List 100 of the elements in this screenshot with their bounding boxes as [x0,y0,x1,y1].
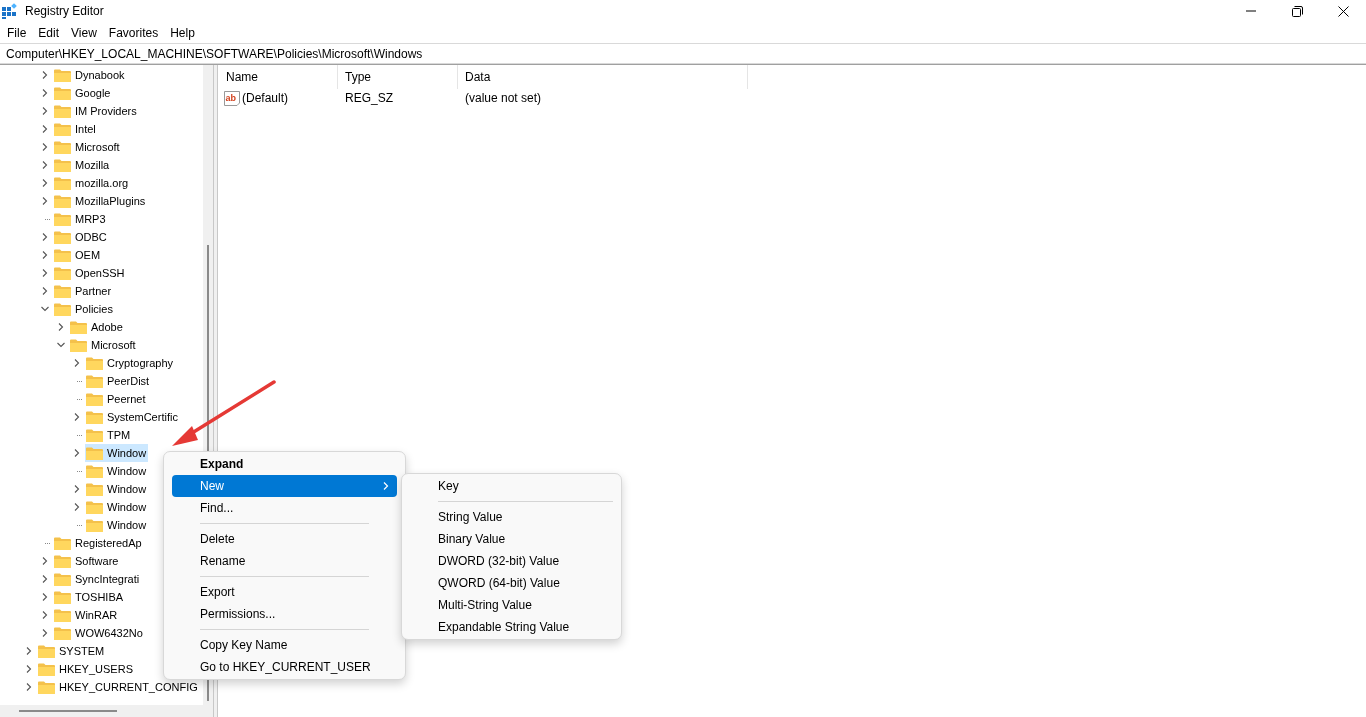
tree-item[interactable]: Window [85,498,149,516]
tree-item[interactable]: mozilla.org [53,174,131,192]
tree-item[interactable]: MRP3 [53,210,108,228]
tree-item[interactable]: Cryptography [85,354,176,372]
chevron-right-icon[interactable] [41,161,49,169]
chevron-right-icon[interactable] [41,287,49,295]
chevron-right-icon[interactable] [25,647,33,655]
chevron-right-icon[interactable] [73,449,81,457]
chevron-right-icon[interactable] [41,233,49,241]
chevron-right-icon[interactable] [25,683,33,691]
menu-item[interactable]: View [65,23,103,42]
menu-item[interactable]: Find... [172,497,397,519]
tree-item[interactable]: Window [85,480,149,498]
tree-item[interactable]: Google [53,84,113,102]
tree-item[interactable]: HKEY_USERS [37,660,135,678]
chevron-right-icon[interactable] [41,269,49,277]
chevron-right-icon[interactable] [41,611,49,619]
chevron-right-icon[interactable] [41,629,49,637]
chevron-right-icon[interactable] [73,413,81,421]
window-title: Registry Editor [25,3,104,20]
chevron-right-icon[interactable] [41,143,49,151]
menu-item[interactable]: Copy Key Name [172,634,397,656]
menu-item[interactable]: Expand [172,453,397,475]
tree-item[interactable]: Microsoft [53,138,122,156]
chevron-right-icon[interactable] [41,125,49,133]
restore-icon [1291,5,1303,17]
tree-item[interactable]: SystemCertific [85,408,180,426]
chevron-right-icon[interactable] [73,485,81,493]
tree-item[interactable]: OpenSSH [53,264,127,282]
menu-item[interactable]: Go to HKEY_CURRENT_USER [172,656,397,678]
chevron-right-icon[interactable] [41,557,49,565]
tree-item[interactable]: RegisteredAp [53,534,144,552]
column-header[interactable]: Type [338,65,458,89]
tree-item[interactable]: TPM [85,426,133,444]
tree-item[interactable]: Window [85,516,149,534]
tree-item[interactable]: Software [53,552,121,570]
tree-item[interactable]: ODBC [53,228,109,246]
tree-item[interactable]: SyncIntegrati [53,570,142,588]
menu-item[interactable]: QWORD (64-bit) Value [410,572,613,594]
chevron-right-icon[interactable] [41,575,49,583]
menu-item[interactable]: File [1,23,33,42]
tree-item[interactable]: Adobe [69,318,125,336]
chevron-right-icon[interactable] [41,179,49,187]
chevron-right-icon[interactable] [41,197,49,205]
menu-item[interactable]: String Value [410,506,613,528]
tree-item[interactable]: Policies [53,300,115,318]
tree-item[interactable]: WOW6432No [53,624,145,642]
close-icon [1337,5,1349,17]
tree-item[interactable]: Partner [53,282,114,300]
string-value-icon: ab [224,90,240,106]
folder-icon [54,626,71,640]
menu-item[interactable]: DWORD (32-bit) Value [410,550,613,572]
folder-icon [54,158,71,172]
chevron-right-icon[interactable] [57,323,65,331]
tree-item[interactable]: Mozilla [53,156,112,174]
chevron-down-icon[interactable] [41,305,49,313]
chevron-right-icon[interactable] [73,503,81,511]
chevron-right-icon[interactable] [41,71,49,79]
address-bar[interactable]: Computer\HKEY_LOCAL_MACHINE\SOFTWARE\Policies\Microsoft\Windows [0,43,1366,64]
menu-item[interactable]: Expandable String Value [410,616,613,638]
tree-item[interactable]: WinRAR [53,606,120,624]
table-cell-text: (value not set) [464,90,543,107]
menu-item[interactable]: Help [164,23,201,42]
tree-item[interactable]: Intel [53,120,98,138]
tree-item[interactable]: Dynabook [53,66,127,84]
tree-item[interactable]: MozillaPlugins [53,192,148,210]
chevron-right-icon[interactable] [41,89,49,97]
menu-item[interactable]: Rename [172,550,397,572]
menu-item[interactable]: Multi-String Value [410,594,613,616]
tree-item[interactable]: Window [85,444,149,462]
chevron-right-icon[interactable] [25,665,33,673]
tree-item[interactable]: IM Providers [53,102,139,120]
folder-icon [38,662,55,676]
chevron-right-icon[interactable] [73,359,81,367]
tree-item[interactable]: OEM [53,246,103,264]
folder-icon [54,266,71,280]
chevron-down-icon[interactable] [57,341,65,349]
menu-item[interactable]: Delete [172,528,397,550]
column-header[interactable]: Data [458,65,748,89]
chevron-right-icon[interactable] [41,251,49,259]
menu-item[interactable]: Binary Value [410,528,613,550]
horizontal-scrollbar[interactable] [0,705,213,717]
menu-item[interactable]: Edit [32,23,66,42]
tree-item[interactable]: Window [85,462,149,480]
menu-item[interactable]: New [172,475,397,497]
folder-icon [86,482,103,496]
tree-item[interactable]: SYSTEM [37,642,107,660]
column-header[interactable]: Name [218,65,338,89]
tree-item[interactable]: Peernet [85,390,148,408]
menu-item[interactable]: Favorites [102,23,165,42]
tree-item[interactable]: TOSHIBA [53,588,126,606]
tree-item[interactable]: Microsoft [69,336,138,354]
menu-item[interactable]: Permissions... [172,603,397,625]
folder-icon [54,140,71,154]
chevron-right-icon[interactable] [41,107,49,115]
menu-item[interactable]: Export [172,581,397,603]
tree-item[interactable]: PeerDist [85,372,152,390]
chevron-right-icon[interactable] [41,593,49,601]
menu-item[interactable]: Key [410,475,613,497]
tree-item[interactable]: HKEY_CURRENT_CONFIG [37,678,200,696]
